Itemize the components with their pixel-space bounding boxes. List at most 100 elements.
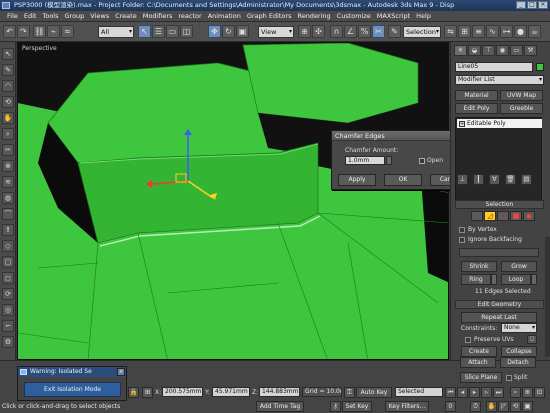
percent-snap-icon[interactable]: %	[358, 25, 371, 38]
strip-pan-icon[interactable]: ✋	[2, 112, 14, 124]
strip-extrude-icon[interactable]: ⇑	[2, 224, 14, 236]
perspective-viewport[interactable]: Perspective	[17, 42, 449, 360]
strip-weld-icon[interactable]: ⊗	[2, 160, 14, 172]
previous-frame-icon[interactable]: ◂	[457, 387, 468, 398]
by-vertex-checkbox[interactable]	[459, 227, 465, 233]
repeat-last-button[interactable]: Repeat Last	[461, 312, 537, 323]
schematic-view-icon[interactable]: ⊶	[500, 25, 513, 38]
apply-button[interactable]: Apply	[338, 174, 376, 186]
zoom-extents-icon[interactable]: ⊡	[534, 387, 545, 398]
ignore-backfacing-checkbox[interactable]	[459, 237, 465, 243]
command-panel-scrollbar[interactable]	[545, 237, 550, 357]
strip-orbit-icon[interactable]: ⟲	[2, 96, 14, 108]
loop-button[interactable]: Loop	[501, 274, 531, 285]
layer-manager-icon[interactable]: ≡	[472, 25, 485, 38]
key-mode-icon[interactable]: ⚿	[344, 387, 355, 398]
menu-modifiers[interactable]: Modifiers	[140, 12, 176, 20]
ring-spinner[interactable]	[491, 274, 497, 285]
menu-reactor[interactable]: reactor	[175, 12, 204, 20]
select-and-rotate-icon[interactable]: ↻	[222, 25, 235, 38]
split-checkbox[interactable]	[506, 375, 512, 381]
uvw-map-button[interactable]: UVW Map	[500, 90, 543, 101]
shrink-button[interactable]: Shrink	[461, 261, 497, 272]
strip-bevel-icon[interactable]: ◇	[2, 240, 14, 252]
select-by-name-icon[interactable]: ☰	[152, 25, 165, 38]
play-icon[interactable]: ▸	[469, 387, 480, 398]
modify-tab-icon[interactable]: ◒	[468, 45, 481, 56]
create-tab-icon[interactable]: ✳	[454, 45, 467, 56]
modifier-list-dropdown[interactable]: Modifier List	[455, 75, 544, 85]
element-mode-icon[interactable]: ◆	[523, 211, 535, 221]
absolute-mode-icon[interactable]: ⊞	[142, 387, 153, 398]
minimize-button[interactable]: _	[516, 1, 526, 9]
menu-help[interactable]: Help	[413, 12, 434, 20]
strip-loop-icon[interactable]: ⟳	[2, 288, 14, 300]
modifier-stack[interactable]: + Editable Poly	[455, 117, 542, 209]
menu-graph-editors[interactable]: Graph Editors	[244, 12, 295, 20]
open-checkbox[interactable]	[419, 158, 425, 164]
selection-filter-dropdown[interactable]: All	[98, 26, 134, 38]
ring-button[interactable]: Ring	[461, 274, 491, 285]
x-coord-field[interactable]: 200.575mm	[162, 387, 203, 397]
strip-outline-icon[interactable]: ◻	[2, 272, 14, 284]
auto-key-button[interactable]: Auto Key	[356, 387, 392, 398]
set-key-button[interactable]: Set Key	[342, 401, 372, 412]
redo-icon[interactable]: ↷	[17, 25, 30, 38]
menu-file[interactable]: File	[4, 12, 21, 20]
preserve-uvs-checkbox[interactable]	[465, 337, 471, 343]
menu-customize[interactable]: Customize	[334, 12, 374, 20]
named-selection-icon[interactable]: ✎	[388, 25, 401, 38]
key-selection-dropdown[interactable]: Selected	[395, 387, 443, 397]
pin-stack-icon[interactable]: ⊥	[457, 174, 468, 185]
polygon-mode-icon[interactable]: ■	[510, 211, 522, 221]
expand-icon[interactable]: +	[459, 121, 465, 127]
maximize-viewport-icon[interactable]: ▣	[522, 401, 533, 412]
object-color-swatch[interactable]	[536, 63, 544, 71]
manipulate-icon[interactable]: ✣	[312, 25, 325, 38]
menu-create[interactable]: Create	[112, 12, 140, 20]
greeble-button[interactable]: Greeble	[500, 103, 543, 114]
vertex-mode-icon[interactable]: ∴	[471, 211, 483, 221]
border-mode-icon[interactable]: ◌	[497, 211, 509, 221]
pivot-center-icon[interactable]: ⊕	[298, 25, 311, 38]
align-icon[interactable]: ⊞	[458, 25, 471, 38]
snaps-toggle-icon[interactable]: ∩	[330, 25, 343, 38]
motion-tab-icon[interactable]: ◉	[496, 45, 509, 56]
display-tab-icon[interactable]: ▭	[510, 45, 523, 56]
strip-hinge-icon[interactable]: ⌐	[2, 320, 14, 332]
stack-item-editable-poly[interactable]: + Editable Poly	[457, 119, 542, 128]
zoom-icon[interactable]: ⌕	[510, 387, 521, 398]
constraints-dropdown[interactable]: None	[501, 323, 537, 333]
menu-views[interactable]: Views	[87, 12, 112, 20]
add-time-tag-button[interactable]: Add Time Tag	[256, 401, 304, 412]
mirror-icon[interactable]: ⇋	[444, 25, 457, 38]
edit-poly-button[interactable]: Edit Poly	[455, 103, 498, 114]
named-selection-set-dropdown[interactable]: Selection	[403, 26, 441, 38]
next-frame-icon[interactable]: ▹	[481, 387, 492, 398]
strip-ring-icon[interactable]: ◎	[2, 304, 14, 316]
pan-view-icon[interactable]: ✋	[486, 401, 497, 412]
loop-spinner[interactable]	[531, 274, 537, 285]
grow-button[interactable]: Grow	[501, 261, 537, 272]
frame-field-icon[interactable]: 0	[445, 401, 456, 412]
render-setup-icon[interactable]: ☕	[528, 25, 541, 38]
ok-button[interactable]: OK	[384, 174, 422, 186]
lock-selection-icon[interactable]: 🔒	[128, 387, 139, 398]
collapse-button[interactable]: Collapse	[501, 346, 537, 357]
material-editor-icon[interactable]: ●	[514, 25, 527, 38]
preserve-uvs-settings-icon[interactable]: □	[527, 335, 537, 344]
menu-group[interactable]: Group	[62, 12, 88, 20]
go-to-start-icon[interactable]: ⏮	[445, 387, 456, 398]
close-icon[interactable]: ×	[117, 368, 125, 376]
curve-editor-icon[interactable]: ∿	[486, 25, 499, 38]
bind-space-warp-icon[interactable]: ≈	[61, 25, 74, 38]
menu-edit[interactable]: Edit	[21, 12, 40, 20]
close-button[interactable]: ×	[538, 1, 548, 9]
time-config-icon[interactable]: ⏱	[470, 401, 481, 412]
menu-rendering[interactable]: Rendering	[294, 12, 333, 20]
strip-smooth-icon[interactable]: ◍	[2, 192, 14, 204]
menu-maxscript[interactable]: MAXScript	[374, 12, 413, 20]
strip-settings-icon[interactable]: ⚙	[2, 336, 14, 348]
strip-bridge-icon[interactable]: ⌒	[2, 208, 14, 220]
angle-snap-icon[interactable]: ∠	[344, 25, 357, 38]
